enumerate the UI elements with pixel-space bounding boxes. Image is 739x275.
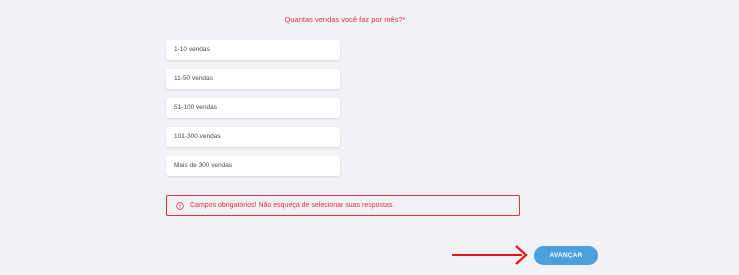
option-51-100[interactable]: 51-100 vendas [166,98,340,118]
option-101-300[interactable]: 101-300 vendas [166,127,340,147]
error-circle-icon [176,201,184,210]
question-title: Quantas vendas você faz por mês?* [284,15,406,24]
advance-button[interactable]: AVANÇAR [534,246,598,265]
option-300-plus[interactable]: Mais de 300 vendas [166,156,340,176]
error-message-box: Campos obrigatórios! Não esqueça de sele… [166,195,520,216]
option-11-50[interactable]: 11-50 vendas [166,69,340,89]
red-arrow-icon [452,245,528,265]
error-message-text: Campos obrigatórios! Não esqueça de sele… [190,202,395,209]
option-1-10[interactable]: 1-10 vendas [166,40,340,60]
